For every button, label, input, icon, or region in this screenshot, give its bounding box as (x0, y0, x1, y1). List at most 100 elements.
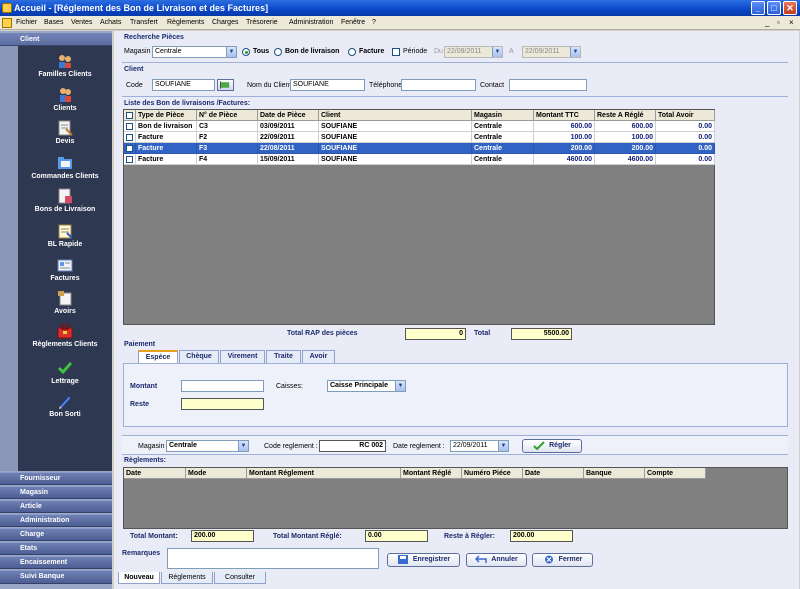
col-type[interactable]: Type de Pièce (136, 110, 197, 121)
paiement-section-title: Paiement (124, 341, 156, 348)
col-r-date2[interactable]: Date (523, 468, 584, 479)
menu-administration[interactable]: Administration (289, 17, 333, 29)
sidebar-item-clients[interactable]: Clients (18, 87, 112, 112)
sidebar-section-article[interactable]: Article (0, 500, 112, 513)
sidebar-item-bons-de-livraison[interactable]: Bons de Livraison (18, 188, 112, 213)
table-row[interactable]: Facture F2 22/09/2011 SOUFIANE Centrale … (124, 132, 715, 143)
menu-tresorerie[interactable]: Trésorerie (246, 17, 278, 29)
annuler-button[interactable]: Annuler (466, 553, 527, 567)
radio-tous[interactable] (242, 48, 250, 56)
tab-virement[interactable]: Virement (220, 350, 265, 363)
col-r-montant-regle[interactable]: Montant Réglé (401, 468, 462, 479)
col-client[interactable]: Client (319, 110, 472, 121)
search-magasin-select[interactable]: Centrale ▼ (152, 46, 237, 58)
radio-facture[interactable] (348, 48, 356, 56)
menu-fenetre[interactable]: Fenêtre (341, 17, 365, 29)
col-magasin[interactable]: Magasin (472, 110, 534, 121)
client-nom-field[interactable]: SOUFIANE (290, 79, 365, 91)
reste-field (181, 398, 264, 410)
row-checkbox[interactable] (126, 144, 133, 152)
menu-reglements[interactable]: Règlements (167, 17, 204, 29)
fermer-button[interactable]: Fermer (532, 553, 593, 567)
radio-bon-de-livraison[interactable] (274, 48, 282, 56)
date-a-picker[interactable]: 22/09/2011 ▼ (522, 46, 581, 58)
checkmark-icon (533, 440, 545, 450)
remarques-textarea[interactable] (167, 548, 379, 569)
table-row-selected[interactable]: Facture F3 22/08/2011 SOUFIANE Centrale … (124, 143, 715, 154)
tab-avoir[interactable]: Avoir (302, 350, 335, 363)
mdi-minimize-button[interactable]: _ (765, 17, 769, 29)
row-checkbox[interactable] (126, 133, 133, 141)
sidebar-item-familles-clients[interactable]: Familles Clients (18, 53, 112, 78)
mdi-close-button[interactable]: × (789, 17, 794, 29)
menu-charges[interactable]: Charges (212, 17, 238, 29)
reglement-magasin-select[interactable]: Centrale ▼ (166, 440, 249, 452)
minimize-button[interactable]: _ (751, 1, 765, 15)
table-row[interactable]: Bon de livraison C3 03/09/2011 SOUFIANE … (124, 121, 715, 132)
col-reste[interactable]: Reste A Réglé (595, 110, 656, 121)
sidebar-item-bon-sorti[interactable]: Bon Sorti (18, 393, 112, 418)
sidebar-item-devis[interactable]: Devis (18, 120, 112, 145)
tab-reglements[interactable]: Réglements (161, 572, 213, 584)
tab-consulter[interactable]: Consulter (214, 572, 266, 584)
date-reglement-picker[interactable]: 22/09/2011 ▼ (450, 440, 509, 452)
a-label: A (509, 48, 514, 55)
tab-traite[interactable]: Traite (266, 350, 301, 363)
sidebar-section-suivi-banque[interactable]: Suivi Banque (0, 570, 112, 584)
menu-achats[interactable]: Achats (100, 17, 121, 29)
mdi-restore-button[interactable]: ▫ (777, 17, 780, 29)
enregistrer-button[interactable]: Enregistrer (387, 553, 460, 567)
col-avoir[interactable]: Total Avoir (656, 110, 715, 121)
client-nom-label: Nom du Client (247, 82, 292, 89)
menu-transfert[interactable]: Transfert (130, 17, 158, 29)
tab-espece[interactable]: Espèce (138, 350, 178, 364)
date-du-picker[interactable]: 22/09/2011 ▼ (444, 46, 503, 58)
sidebar-item-bl-rapide[interactable]: BL Rapide (18, 223, 112, 248)
code-reglement-field[interactable]: RC 002 (319, 440, 386, 452)
periode-checkbox[interactable] (392, 48, 400, 56)
window-title: Accueil - [Réglement des Bon de Livraiso… (14, 3, 269, 13)
col-r-mode[interactable]: Mode (186, 468, 247, 479)
sidebar-item-commandes-clients[interactable]: Commandes Clients (18, 155, 112, 180)
col-r-numero-piece[interactable]: Numéro Piéce (462, 468, 523, 479)
sidebar-section-magasin[interactable]: Magasin (0, 486, 112, 499)
col-ttc[interactable]: Montant TTC (534, 110, 595, 121)
tab-cheque[interactable]: Chèque (179, 350, 219, 363)
caisses-select[interactable]: Caisse Principale ▼ (327, 380, 406, 392)
sidebar-item-lettrage[interactable]: Lettrage (18, 360, 112, 385)
sidebar-section-etats[interactable]: Etats (0, 542, 112, 555)
client-lookup-button[interactable] (217, 79, 234, 91)
sidebar-item-avoirs[interactable]: Avoirs (18, 290, 112, 315)
sidebar-section-fournisseur[interactable]: Fournisseur (0, 472, 112, 485)
sidebar-header-client[interactable]: Client (0, 33, 112, 46)
client-contact-field[interactable] (509, 79, 587, 91)
sidebar-section-encaissement[interactable]: Encaissement (0, 556, 112, 569)
menu-ventes[interactable]: Ventes (71, 17, 92, 29)
close-window-button[interactable]: ✕ (783, 1, 797, 15)
tab-nouveau[interactable]: Nouveau (118, 572, 160, 584)
table-row[interactable]: Facture F4 15/09/2011 SOUFIANE Centrale … (124, 154, 715, 165)
maximize-button[interactable]: □ (767, 1, 781, 15)
menu-fichier[interactable]: Fichier (16, 17, 37, 29)
menu-help[interactable]: ? (372, 17, 376, 29)
flag-icon (220, 81, 230, 89)
reglements-section-title: Règlements: (124, 457, 167, 464)
col-r-compte[interactable]: Compte (645, 468, 706, 479)
sidebar-section-charge[interactable]: Charge (0, 528, 112, 541)
select-all-header[interactable] (124, 110, 136, 121)
client-tel-field[interactable] (401, 79, 476, 91)
sidebar-item-factures[interactable]: Factures (18, 257, 112, 282)
regler-button[interactable]: Régler (522, 439, 582, 453)
col-date[interactable]: Date de Pièce (258, 110, 319, 121)
col-r-montant-reglement[interactable]: Montant Réglement (247, 468, 401, 479)
col-num[interactable]: N° de Pièce (197, 110, 258, 121)
col-r-banque[interactable]: Banque (584, 468, 645, 479)
row-checkbox[interactable] (126, 122, 133, 130)
client-code-field[interactable]: SOUFIANE (152, 79, 215, 91)
col-r-date[interactable]: Date (124, 468, 186, 479)
row-checkbox[interactable] (126, 155, 133, 163)
menu-bases[interactable]: Bases (44, 17, 63, 29)
montant-field[interactable] (181, 380, 264, 392)
sidebar-item-reglements-clients[interactable]: Règlements Clients (18, 323, 112, 348)
sidebar-section-administration[interactable]: Administration (0, 514, 112, 527)
